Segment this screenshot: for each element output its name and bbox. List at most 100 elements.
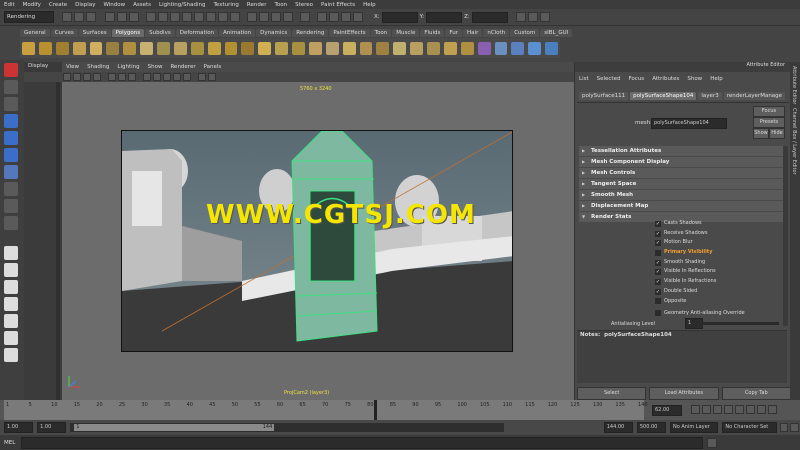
hide-button[interactable]: Hide (769, 128, 785, 139)
mesh-name-field[interactable]: polySurfaceShape104 (651, 118, 727, 129)
layout-side-icon[interactable] (4, 280, 18, 294)
render-stat-double-sided[interactable]: ✓ Double Sided (655, 287, 775, 297)
image-plane-icon[interactable] (93, 73, 101, 81)
merge-icon[interactable] (460, 41, 474, 55)
poly-cylinder-icon[interactable] (55, 41, 69, 55)
render-stat-casts-shadows[interactable]: ✓ Casts Shadows (655, 219, 775, 229)
shadows-icon[interactable] (183, 73, 191, 81)
menu-help[interactable]: Help (363, 2, 376, 8)
split-polygon-icon[interactable] (393, 41, 407, 55)
geo-aa-override[interactable]: Geometry Anti-aliasing Override (655, 310, 745, 316)
bevel-icon[interactable] (443, 41, 457, 55)
menu-assets[interactable]: Assets (133, 2, 151, 8)
checkbox-double-sided[interactable]: ✓ (655, 288, 661, 295)
checkbox-receive-shadows[interactable]: ✓ (655, 230, 661, 237)
shelf-tab-custom[interactable]: Custom (510, 28, 540, 37)
viewport-menu-renderer[interactable]: Renderer (170, 64, 195, 70)
poly-cone-icon[interactable] (72, 41, 86, 55)
notes-panel[interactable]: Notes: polySurfaceShape104 (577, 330, 787, 383)
layout-four-icon[interactable] (4, 263, 18, 277)
shelf-tab-hair[interactable]: Hair (463, 28, 483, 37)
ae-menu-focus[interactable]: Focus (628, 76, 644, 82)
select-hierarchy-icon[interactable] (105, 12, 115, 22)
range-slider[interactable]: 1 144 (70, 423, 504, 432)
boolean-union-icon[interactable] (275, 41, 288, 55)
viewport-menu-view[interactable]: View (66, 64, 79, 70)
move-tool-icon[interactable] (4, 114, 18, 128)
menu-window[interactable]: Window (103, 2, 125, 8)
mask-handle-icon[interactable] (146, 12, 156, 22)
menu-texturing[interactable]: Texturing (213, 2, 238, 8)
insert-edge-loop-icon[interactable] (410, 41, 423, 55)
checkbox-motion-blur[interactable]: ✓ (655, 240, 661, 247)
render-frame-icon[interactable] (317, 12, 327, 22)
separate-icon[interactable] (224, 41, 238, 55)
mirror-icon[interactable] (325, 41, 339, 55)
viewport-menu-panels[interactable]: Panels (204, 64, 222, 70)
uv-editor-icon[interactable] (477, 41, 491, 55)
step-back-icon[interactable] (702, 405, 711, 414)
render-settings-icon[interactable] (341, 12, 351, 22)
poly-soccer-icon[interactable] (190, 41, 204, 55)
select-component-icon[interactable] (129, 12, 139, 22)
poly-pyramid-icon[interactable] (140, 41, 153, 55)
checkbox-visible-in-refractions[interactable]: ✓ (655, 278, 661, 285)
combine-icon[interactable] (207, 41, 221, 55)
checkbox-casts-shadows[interactable]: ✓ (655, 220, 661, 227)
isolate-select-icon[interactable] (198, 73, 206, 81)
ae-tab-polysurface111[interactable]: polySurface111 (579, 92, 629, 100)
ae-tab-polysurfaceshape104[interactable]: polySurfaceShape104 (630, 92, 697, 100)
viewport-menu-shading[interactable]: Shading (87, 64, 109, 70)
offset-edge-loop-icon[interactable] (427, 41, 440, 55)
anim-layer-select[interactable]: No Anim Layer (669, 422, 719, 433)
mask-surface-icon[interactable] (182, 12, 192, 22)
render-stat-primary-visibility[interactable]: Primary Visibility (655, 248, 775, 258)
start-range-field[interactable]: 1.00 (37, 422, 67, 433)
ae-menu-show[interactable]: Show (687, 76, 702, 82)
lights-icon[interactable] (173, 73, 181, 81)
render-stat-smooth-shading[interactable]: ✓ Smooth Shading (655, 258, 775, 268)
step-forward-key-icon[interactable] (746, 405, 755, 414)
rotate-tool-icon[interactable] (4, 131, 18, 145)
mask-curve-icon[interactable] (170, 12, 180, 22)
ae-menu-help[interactable]: Help (710, 76, 723, 82)
show-manipulator-icon[interactable] (4, 199, 18, 213)
mask-joint-icon[interactable] (158, 12, 168, 22)
section-tessellation-attributes[interactable]: Tessellation Attributes (579, 146, 784, 156)
show-hide-tool-settings-icon[interactable] (515, 12, 526, 22)
new-scene-icon[interactable] (62, 12, 72, 22)
shelf-tab-muscle[interactable]: Muscle (392, 28, 420, 37)
shelf-tab-curves[interactable]: Curves (50, 28, 78, 37)
extrude-icon[interactable] (342, 41, 356, 55)
side-tab-channel-box[interactable]: Channel Box / Layer Editor (791, 108, 797, 175)
viewport-menu-lighting[interactable]: Lighting (117, 64, 139, 70)
shelf-tab-polygons[interactable]: Polygons (111, 28, 145, 37)
shelf-tab-animation[interactable]: Animation (219, 28, 256, 37)
section-mesh-component-display[interactable]: Mesh Component Display (579, 157, 784, 167)
play-backward-icon[interactable] (724, 405, 733, 414)
shelf-tab-general[interactable]: General (20, 28, 50, 37)
shelf-tab-sibl-gui[interactable]: sIBL_GUI (540, 28, 573, 37)
presets-button[interactable]: Presets (753, 117, 785, 128)
checkbox-visible-in-reflections[interactable]: ✓ (655, 269, 661, 276)
grid-toggle-icon[interactable] (108, 73, 116, 81)
shelf-tab-subdivs[interactable]: Subdivs (145, 28, 175, 37)
viewport-menu-show[interactable]: Show (148, 64, 163, 70)
wireframe-icon[interactable] (143, 73, 151, 81)
poly-cube-icon[interactable] (38, 41, 52, 55)
ae-menu-attributes[interactable]: Attributes (652, 76, 679, 82)
snap-grid-icon[interactable] (247, 12, 257, 22)
shelf-tab-ncloth[interactable]: nCloth (483, 28, 510, 37)
menu-modify[interactable]: Modify (23, 2, 41, 8)
start-time-field[interactable]: 1.00 (4, 422, 34, 433)
focus-button[interactable]: Focus (753, 106, 785, 117)
layout-graph-icon[interactable] (4, 314, 18, 328)
mask-dynamics-icon[interactable] (206, 12, 216, 22)
script-editor-icon[interactable] (707, 437, 718, 448)
checkbox-smooth-shading[interactable]: ✓ (655, 259, 661, 266)
snap-point-icon[interactable] (271, 12, 281, 22)
time-ruler[interactable]: 1 5 10 15 20 25 30 35 40 45 50 55 60 65 70 75 80 85 90 95 10… (4, 400, 648, 420)
ipr-render-icon[interactable] (329, 12, 339, 22)
menu-create[interactable]: Create (49, 2, 67, 8)
camera-select-icon[interactable] (63, 73, 71, 81)
